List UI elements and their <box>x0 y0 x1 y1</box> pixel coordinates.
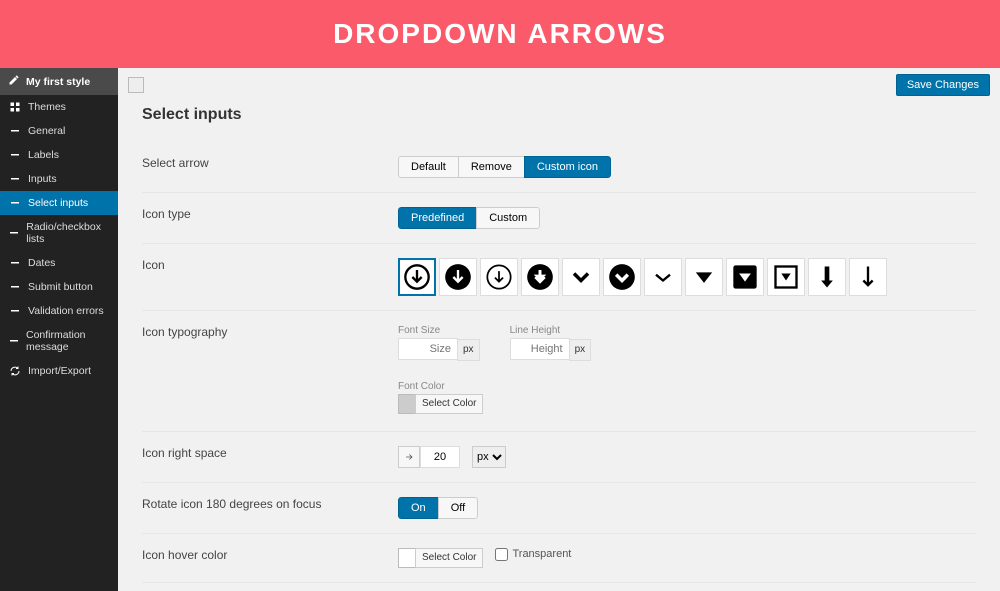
sidebar: My first style Themes General Labels Inputs… <box>0 68 118 591</box>
dash-icon <box>8 335 20 347</box>
label-select-arrow: Select arrow <box>142 156 398 178</box>
icon-type-segment: Predefined Custom <box>398 207 540 229</box>
hover-color-swatch[interactable] <box>398 548 416 568</box>
sidebar-item-submit-button[interactable]: Submit button <box>0 275 118 299</box>
select-arrow-custom[interactable]: Custom icon <box>524 156 611 178</box>
font-color-button[interactable]: Select Color <box>415 394 483 414</box>
hover-transparent-checkbox[interactable] <box>495 548 508 561</box>
icon-opt-arrow-circle-solid[interactable] <box>439 258 477 296</box>
sidebar-item-label: Select inputs <box>28 197 88 209</box>
hover-transparent-label: Transparent <box>512 548 571 560</box>
icon-opt-arrow-circle-bold[interactable] <box>521 258 559 296</box>
icon-opt-triangle-box[interactable] <box>726 258 764 296</box>
icon-opt-arrow-circle-thin[interactable] <box>480 258 518 296</box>
label-icon-type: Icon type <box>142 207 398 229</box>
right-space-input[interactable] <box>420 446 460 468</box>
topbar: Save Changes <box>118 68 1000 102</box>
dash-icon <box>8 305 22 317</box>
sidebar-item-label: Confirmation message <box>26 329 110 353</box>
sidebar-item-label: Dates <box>28 257 55 269</box>
icon-opt-triangle-box-outline[interactable] <box>767 258 805 296</box>
sidebar-item-label: Validation errors <box>28 305 104 317</box>
sidebar-title-text: My first style <box>26 76 90 88</box>
label-line-height: Line Height <box>510 325 592 336</box>
icon-opt-triangle[interactable] <box>685 258 723 296</box>
line-height-unit: px <box>569 339 592 361</box>
page-title: Select inputs <box>142 106 976 124</box>
sidebar-title: My first style <box>0 68 118 95</box>
icon-type-predefined[interactable]: Predefined <box>398 207 477 229</box>
cycle-icon <box>8 365 22 377</box>
sidebar-item-dates[interactable]: Dates <box>0 251 118 275</box>
sidebar-item-import-export[interactable]: Import/Export <box>0 359 118 383</box>
select-arrow-default[interactable]: Default <box>398 156 459 178</box>
sidebar-item-select-inputs[interactable]: Select inputs <box>0 191 118 215</box>
icon-opt-chevron-light[interactable] <box>644 258 682 296</box>
label-font-size: Font Size <box>398 325 480 336</box>
sidebar-item-themes[interactable]: Themes <box>0 95 118 119</box>
sidebar-item-label: Labels <box>28 149 59 161</box>
dash-icon <box>8 281 22 293</box>
label-icon: Icon <box>142 258 398 296</box>
main: Save Changes Select inputs Select arrow … <box>118 68 1000 591</box>
label-font-color: Font Color <box>398 381 976 392</box>
select-arrow-remove[interactable]: Remove <box>458 156 525 178</box>
icon-opt-chevron-circle[interactable] <box>603 258 641 296</box>
sidebar-item-labels[interactable]: Labels <box>0 143 118 167</box>
font-size-unit: px <box>457 339 480 361</box>
rotate-on[interactable]: On <box>398 497 439 519</box>
sidebar-item-radio-checkbox-lists[interactable]: Radio/checkbox lists <box>0 215 118 251</box>
sidebar-item-label: Themes <box>28 101 66 113</box>
sidebar-item-inputs[interactable]: Inputs <box>0 167 118 191</box>
label-icon-right-space: Icon right space <box>142 446 398 468</box>
icon-opt-chevron[interactable] <box>562 258 600 296</box>
grid-icon <box>8 101 22 113</box>
sidebar-item-confirmation-message[interactable]: Confirmation message <box>0 323 118 359</box>
dash-icon <box>8 149 22 161</box>
icon-type-custom[interactable]: Custom <box>476 207 540 229</box>
sidebar-item-label: Submit button <box>28 281 93 293</box>
hover-transparent[interactable]: Transparent <box>495 548 571 561</box>
icon-opt-arrow-long-bold[interactable] <box>808 258 846 296</box>
rotate-off[interactable]: Off <box>438 497 478 519</box>
right-space-link-icon[interactable] <box>398 446 420 468</box>
label-rotate: Rotate icon 180 degrees on focus <box>142 497 398 519</box>
sidebar-item-label: General <box>28 125 65 137</box>
banner: DROPDOWN ARROWS <box>0 0 1000 68</box>
icon-grid <box>398 258 887 296</box>
font-color-swatch[interactable] <box>398 394 416 414</box>
sidebar-item-validation-errors[interactable]: Validation errors <box>0 299 118 323</box>
line-height-input[interactable] <box>510 338 570 360</box>
rotate-segment: On Off <box>398 497 478 519</box>
dash-icon <box>8 257 22 269</box>
sidebar-item-label: Inputs <box>28 173 57 185</box>
sidebar-item-label: Radio/checkbox lists <box>26 221 110 245</box>
select-arrow-segment: Default Remove Custom icon <box>398 156 611 178</box>
save-button[interactable]: Save Changes <box>896 74 990 96</box>
icon-opt-arrow-long-thin[interactable] <box>849 258 887 296</box>
right-space-unit-select[interactable]: px <box>472 446 506 468</box>
label-hover-color: Icon hover color <box>142 548 398 568</box>
dash-icon <box>8 227 20 239</box>
sidebar-item-general[interactable]: General <box>0 119 118 143</box>
icon-opt-arrow-circle-outline[interactable] <box>398 258 436 296</box>
dash-icon <box>8 173 22 185</box>
edit-icon <box>8 74 20 89</box>
font-size-input[interactable] <box>398 338 458 360</box>
sidebar-item-label: Import/Export <box>28 365 91 377</box>
dash-icon <box>8 197 22 209</box>
hover-color-button[interactable]: Select Color <box>415 548 483 568</box>
dash-icon <box>8 125 22 137</box>
label-icon-typography: Icon typography <box>142 325 398 417</box>
grid-toggle-icon[interactable] <box>128 77 144 93</box>
